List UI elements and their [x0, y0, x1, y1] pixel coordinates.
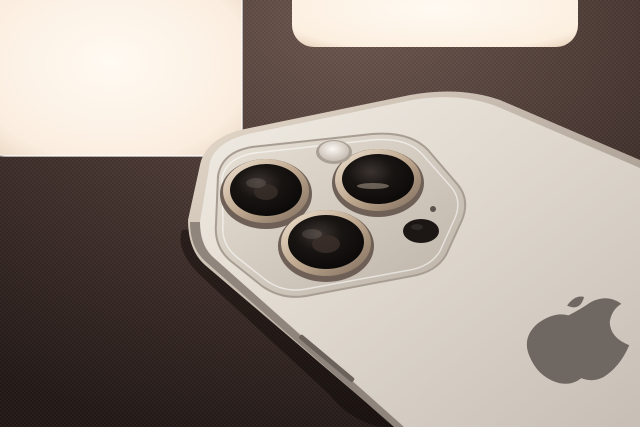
photo-canvas	[0, 0, 640, 427]
photo-scene	[0, 0, 640, 427]
